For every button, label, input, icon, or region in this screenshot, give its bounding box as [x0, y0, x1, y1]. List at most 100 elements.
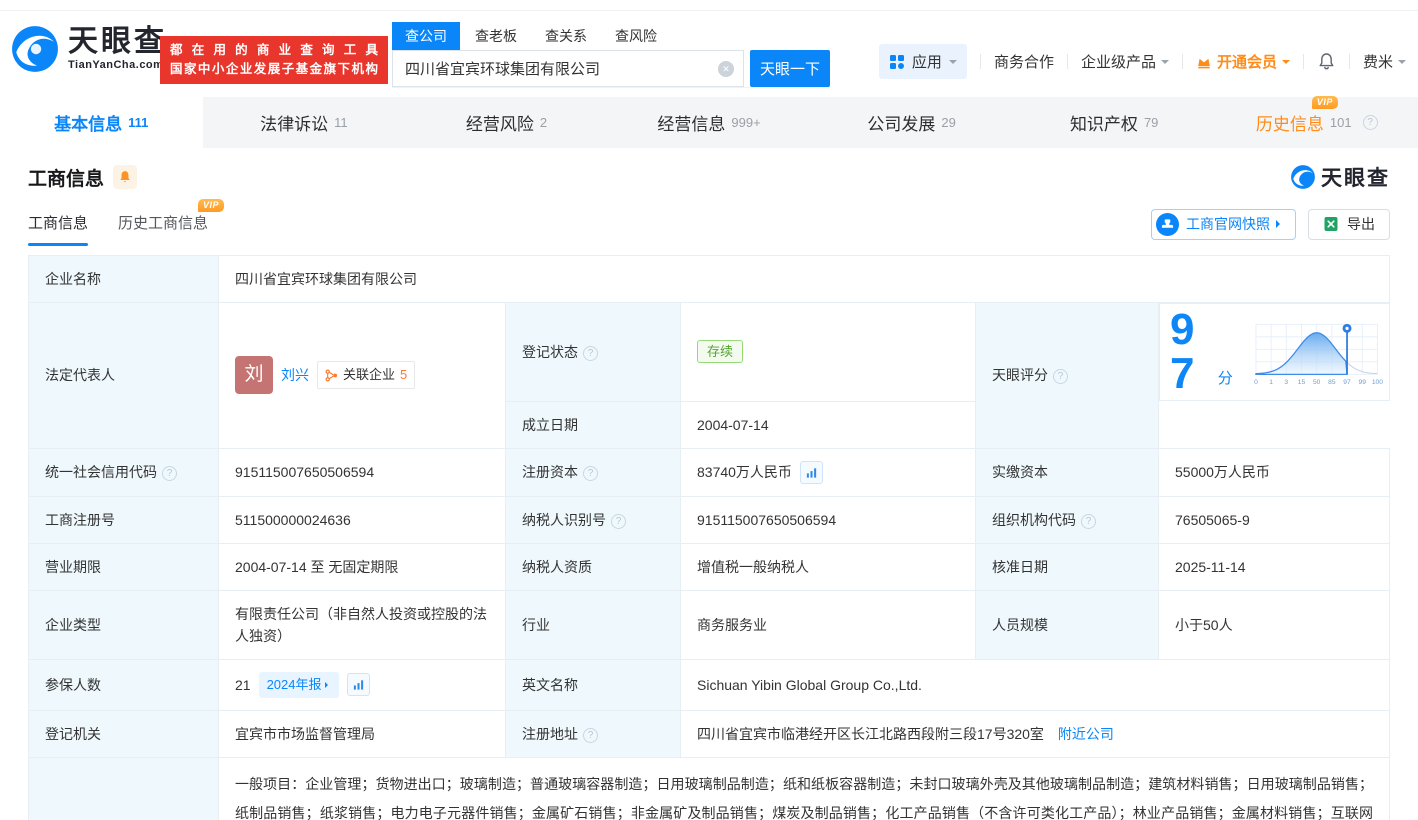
bell-icon [118, 170, 132, 184]
nav-enterprise[interactable]: 企业级产品 [1081, 51, 1169, 72]
tab-count: 111 [128, 115, 148, 130]
nav-username: 费米 [1363, 51, 1393, 72]
paid-capital-value: 55000万人民币 [1159, 448, 1390, 496]
bar-chart-icon [805, 466, 818, 479]
english-name-value: Sichuan Yibin Global Group Co.,Ltd. [681, 659, 1390, 710]
industry-value: 商务服务业 [681, 590, 976, 659]
nav-notifications[interactable] [1317, 52, 1336, 71]
bell-icon [1317, 52, 1336, 71]
logo-domain: TianYanCha.com [68, 60, 167, 71]
tab-label: 知识产权 [1070, 110, 1138, 135]
site-header: 天眼查 TianYanCha.com 都在用的商业查询工具 国家中小企业发展子基… [0, 11, 1418, 92]
company-section-tabs: 基本信息 111 法律诉讼 11 经营风险 2 经营信息 999+ 公司发展 2… [0, 97, 1418, 148]
official-snapshot-button[interactable]: 工商官网快照 [1151, 209, 1296, 240]
table-row: 企业类型 有限责任公司（非自然人投资或控股的法人独资） 行业 商务服务业 人员规… [29, 590, 1390, 659]
nav-open-vip-label: 开通会员 [1217, 51, 1277, 72]
help-icon[interactable] [1053, 369, 1068, 384]
monitor-bell-button[interactable] [113, 165, 137, 189]
tianyancha-swirl-icon [10, 24, 60, 74]
help-icon[interactable] [1363, 115, 1378, 130]
tab-intellectual-property[interactable]: 知识产权 79 [1013, 97, 1216, 148]
annual-report-label: 2024年报 [267, 674, 322, 696]
help-icon[interactable] [583, 728, 598, 743]
help-icon[interactable] [583, 466, 598, 481]
tab-company-development[interactable]: 公司发展 29 [810, 97, 1013, 148]
score-unit: 分 [1218, 368, 1233, 390]
chevron-right-icon [325, 682, 331, 688]
company-name-label: 企业名称 [29, 256, 219, 303]
nav-apps[interactable]: 应用 [879, 44, 967, 79]
nav-user-menu[interactable]: 费米 [1363, 51, 1406, 72]
registration-info-table: 企业名称 四川省宜宾环球集团有限公司 法定代表人 刘 刘兴 关联企 [28, 255, 1390, 820]
search-input[interactable] [392, 50, 744, 87]
vip-badge: VIP [198, 199, 224, 212]
svg-text:3: 3 [1284, 379, 1288, 386]
help-icon[interactable] [611, 514, 626, 529]
tianyancha-logo[interactable]: 天眼查 TianYanCha.com [10, 24, 167, 74]
nav-cooperation-label: 商务合作 [994, 51, 1054, 72]
table-row: 工商注册号 511500000024636 纳税人识别号 91511500765… [29, 496, 1390, 543]
reg-address-label: 注册地址 [506, 710, 681, 757]
reg-address-cell: 四川省宜宾市临港经开区长江北路西段附三段17号320室 附近公司 [681, 710, 1390, 757]
chevron-down-icon [1282, 60, 1290, 68]
approval-date-value: 2025-11-14 [1159, 543, 1390, 590]
tab-legal-litigation[interactable]: 法律诉讼 11 [203, 97, 406, 148]
org-code-label: 组织机构代码 [976, 496, 1159, 543]
company-type-label: 企业类型 [29, 590, 219, 659]
clear-search-icon[interactable] [718, 61, 734, 77]
search-tab-company[interactable]: 查公司 [392, 22, 460, 50]
search-tab-relation[interactable]: 查关系 [532, 22, 600, 50]
slogan-line-1: 都在用的商业查询工具 [170, 41, 378, 60]
nav-cooperation[interactable]: 商务合作 [994, 51, 1054, 72]
taxpayer-quality-value: 增值税一般纳税人 [681, 543, 976, 590]
score-cell: 97 分 0131550859799100 [1159, 303, 1390, 401]
excel-icon [1323, 216, 1339, 232]
chevron-down-icon [1161, 60, 1169, 68]
export-button[interactable]: 导出 [1308, 209, 1390, 240]
help-icon[interactable] [1081, 514, 1096, 529]
related-companies-badge[interactable]: 关联企业 5 [317, 361, 415, 389]
svg-text:99: 99 [1358, 379, 1366, 386]
tab-operation-risk[interactable]: 经营风险 2 [405, 97, 608, 148]
help-icon[interactable] [583, 346, 598, 361]
staff-size-label: 人员规模 [976, 590, 1159, 659]
industry-label: 行业 [506, 590, 681, 659]
apps-grid-icon [889, 54, 905, 70]
crown-icon [1196, 54, 1212, 70]
nav-open-vip[interactable]: 开通会员 [1196, 51, 1290, 72]
vip-badge: VIP [1312, 96, 1338, 109]
reg-authority-label: 登记机关 [29, 710, 219, 757]
tab-business-info[interactable]: 经营信息 999+ [608, 97, 811, 148]
search-tab-risk[interactable]: 查风险 [602, 22, 670, 50]
nav-enterprise-label: 企业级产品 [1081, 51, 1156, 72]
capital-trend-chart-button[interactable] [800, 461, 823, 484]
status-badge: 存续 [697, 340, 743, 363]
table-row: 统一社会信用代码 915115007650506594 注册资本 83740万人… [29, 448, 1390, 496]
legal-rep-name-link[interactable]: 刘兴 [281, 364, 309, 386]
top-hairline [0, 0, 1418, 11]
reg-capital-label: 注册资本 [506, 448, 681, 496]
annual-report-badge[interactable]: 2024年报 [259, 672, 339, 698]
subtab-current-registration[interactable]: 工商信息 [28, 212, 88, 246]
snapshot-button-label: 工商官网快照 [1186, 214, 1270, 234]
tab-count: 101 [1330, 115, 1352, 130]
taxpayer-quality-label: 纳税人资质 [506, 543, 681, 590]
insured-trend-chart-button[interactable] [347, 673, 370, 696]
taxpayer-id-label: 纳税人识别号 [506, 496, 681, 543]
svg-text:97: 97 [1343, 379, 1351, 386]
tab-history-info[interactable]: 历史信息 VIP 101 [1215, 97, 1418, 148]
score-label: 天眼评分 [976, 303, 1159, 449]
search-tab-boss[interactable]: 查老板 [462, 22, 530, 50]
legal-rep-avatar[interactable]: 刘 [235, 356, 273, 394]
nearby-companies-link[interactable]: 附近公司 [1058, 726, 1114, 742]
tab-basic-info[interactable]: 基本信息 111 [0, 97, 203, 148]
staff-size-value: 小于50人 [1159, 590, 1390, 659]
reg-address-value: 四川省宜宾市临港经开区长江北路西段附三段17号320室 [697, 726, 1044, 742]
subtab-history-registration[interactable]: 历史工商信息 VIP [118, 212, 208, 246]
search-button[interactable]: 天眼一下 [750, 50, 830, 87]
search-tabs: 查公司 查老板 查关系 查风险 [392, 22, 830, 50]
insured-count-label: 参保人数 [29, 659, 219, 710]
taxpayer-id-value: 915115007650506594 [681, 496, 976, 543]
english-name-label: 英文名称 [506, 659, 681, 710]
help-icon[interactable] [162, 466, 177, 481]
